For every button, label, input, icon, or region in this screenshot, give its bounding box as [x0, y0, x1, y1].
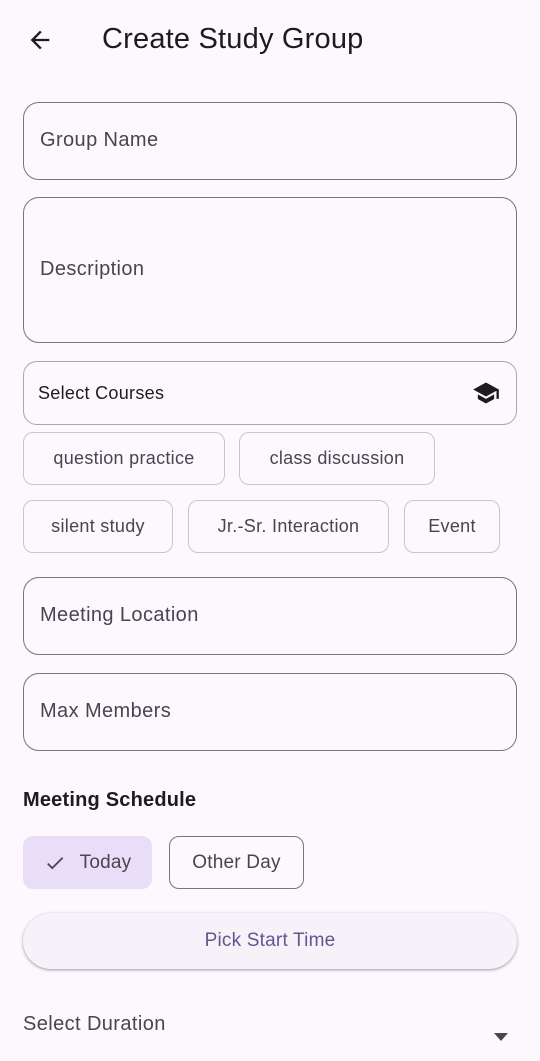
group-name-label: Group Name	[40, 129, 159, 151]
meeting-schedule-heading: Meeting Schedule	[23, 789, 197, 811]
today-choice-chip[interactable]: Today	[23, 836, 152, 889]
back-button[interactable]	[20, 22, 60, 58]
page-title: Create Study Group	[102, 23, 364, 55]
other-day-chip-label: Other Day	[192, 851, 281, 873]
tag-chip-silent-study[interactable]: silent study	[23, 500, 173, 553]
meeting-location-field[interactable]: Meeting Location	[23, 577, 517, 655]
app-bar: Create Study Group	[0, 0, 540, 80]
tag-chip-class-discussion[interactable]: class discussion	[239, 432, 435, 485]
meeting-location-label: Meeting Location	[40, 604, 199, 626]
dropdown-arrow-icon	[494, 1033, 508, 1041]
select-courses-dropdown[interactable]: Select Courses	[23, 361, 517, 425]
create-study-group-screen: Create Study Group Group Name Descriptio…	[0, 0, 540, 1061]
pick-start-time-label: Pick Start Time	[204, 930, 336, 951]
other-day-choice-chip[interactable]: Other Day	[169, 836, 304, 889]
tag-chip-question-practice[interactable]: question practice	[23, 432, 225, 485]
today-chip-label: Today	[79, 851, 132, 873]
max-members-label: Max Members	[40, 700, 172, 722]
select-duration-dropdown[interactable]: Select Duration	[23, 1010, 517, 1060]
select-duration-label: Select Duration	[23, 1013, 166, 1035]
arrow-back-icon	[30, 30, 50, 50]
select-courses-label: Select Courses	[38, 383, 165, 403]
pick-start-time-button[interactable]: Pick Start Time	[23, 913, 517, 969]
description-label: Description	[40, 258, 145, 280]
tag-chip-jr-sr-interaction[interactable]: Jr.-Sr. Interaction	[188, 500, 389, 553]
tag-chip-event[interactable]: Event	[404, 500, 500, 553]
group-name-field[interactable]: Group Name	[23, 102, 517, 180]
description-field[interactable]: Description	[23, 197, 517, 343]
max-members-field[interactable]: Max Members	[23, 673, 517, 751]
school-icon	[473, 382, 499, 404]
check-icon	[46, 856, 63, 869]
